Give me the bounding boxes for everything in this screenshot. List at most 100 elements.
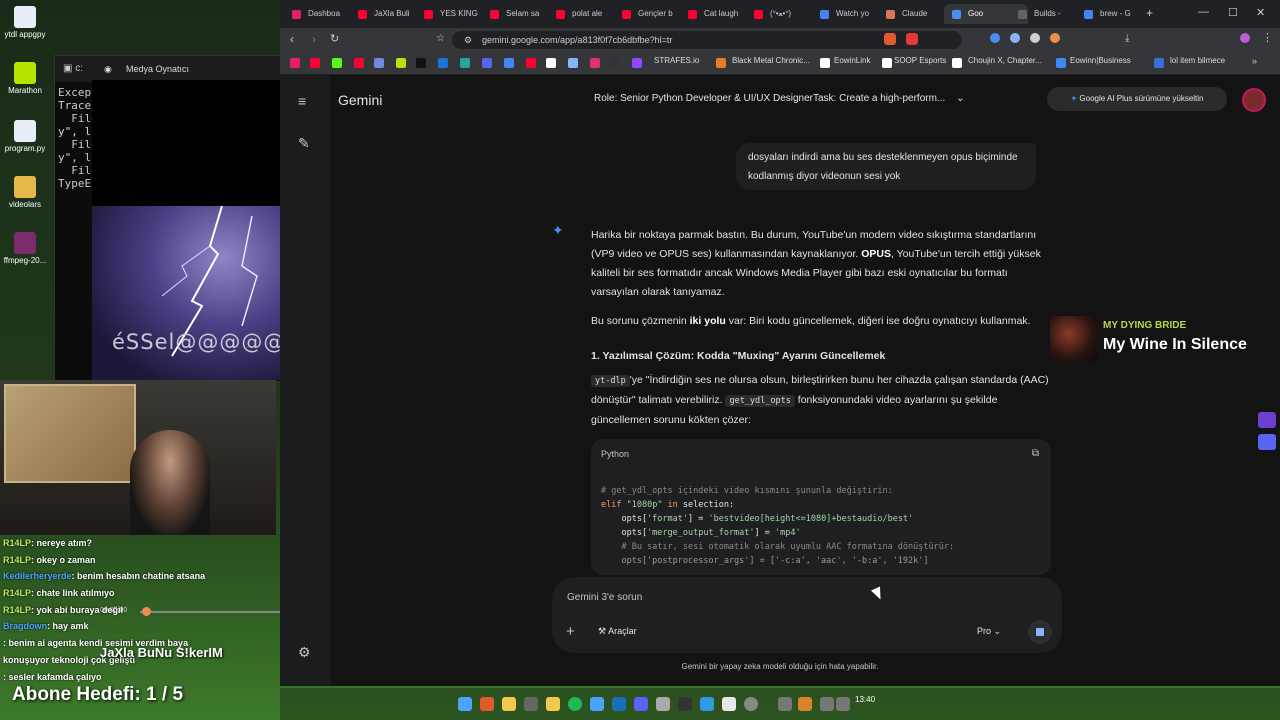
avatar[interactable] (1242, 88, 1266, 112)
stop-icon (1036, 628, 1044, 636)
discord-icon[interactable] (634, 697, 648, 711)
youtube-icon (622, 10, 631, 19)
taskbar-app-icon[interactable] (590, 697, 604, 711)
site-info-icon[interactable]: ⚙ (464, 31, 472, 49)
bookmark-item[interactable]: STRAFES.io (654, 56, 699, 65)
more-bookmarks-icon[interactable]: » (1252, 56, 1257, 66)
bookmark-favicon-icon (1154, 58, 1164, 68)
bookmark-favicon-icon (1056, 58, 1066, 68)
volume-icon[interactable] (836, 697, 850, 711)
kick-icon (332, 58, 342, 68)
chat-message: R14LP: nereye atım? (3, 538, 93, 548)
disclaimer-text: Gemini bir yapay zeka modeli olduğu için… (681, 662, 879, 671)
code-content: # get_ydl_opts içindeki video kısmını şu… (601, 486, 955, 566)
steam-icon[interactable] (612, 697, 626, 711)
prompt-input-box[interactable]: Gemini 3'e sorun + ⚒ Araçlar Pro ⌄ (552, 577, 1062, 653)
bookmark-favicon-icon (952, 58, 962, 68)
profile-icon[interactable] (1240, 33, 1250, 43)
new-chat-icon[interactable]: ✎ (298, 135, 310, 152)
instagram-icon (590, 58, 600, 68)
minimize-icon[interactable]: — (1198, 6, 1209, 18)
media-seekbar[interactable] (140, 611, 280, 613)
chat-message: Kedilerheryerde: benim hesabın chatine a… (3, 571, 206, 582)
bookmark-item[interactable]: Black Metal Chronic... (732, 56, 810, 65)
python-file-icon (14, 120, 36, 142)
desktop-icon-ytdl[interactable]: ytdl appgpy (0, 6, 50, 39)
spotify-icon[interactable] (568, 697, 582, 711)
add-attachment-button[interactable]: + (566, 623, 575, 640)
media-player-titlebar: ◉ Medya Oynatıcı (92, 58, 280, 80)
gemini-sidebar: ≡ ✎ ⚙ (280, 75, 330, 686)
upgrade-button[interactable]: ✦ Google AI Plus sürümüne yükseltin (1047, 87, 1227, 111)
hamburger-menu-icon[interactable]: ≡ (298, 93, 306, 109)
bookmark-item[interactable]: EowinLink (834, 56, 870, 65)
taskbar-app-icon[interactable] (524, 697, 538, 711)
terminal-taskbar-icon[interactable] (678, 697, 692, 711)
rewards-icon[interactable] (906, 33, 918, 45)
tools-button[interactable]: ⚒ Araçlar (598, 626, 637, 637)
download-icon[interactable]: ⤓ (1125, 33, 1129, 44)
desktop-icon-videolars[interactable]: videolars (0, 176, 50, 209)
taskbar-app-icon[interactable] (546, 697, 560, 711)
reload-icon[interactable]: ↻ (330, 32, 339, 45)
file-explorer-icon[interactable] (502, 697, 516, 711)
tab-favicon-icon (820, 10, 829, 19)
bookmark-icon[interactable]: ☆ (436, 33, 445, 44)
bookmark-item[interactable]: Choujin X, Chapter... (968, 56, 1042, 65)
chat-title-dropdown[interactable]: Role: Senior Python Developer & UI/UX De… (594, 93, 964, 104)
bookmark-favicon-icon (374, 58, 384, 68)
extension-icon[interactable] (990, 33, 1000, 43)
youtube-icon (354, 58, 364, 68)
maximize-icon[interactable]: ☐ (1228, 6, 1238, 19)
extension-icon[interactable] (1010, 33, 1020, 43)
youtube-icon (358, 10, 367, 19)
terminal-icon: ▣ c: (63, 63, 84, 74)
gemini-app: ≡ ✎ ⚙ Gemini Role: Senior Python Develop… (280, 75, 1280, 686)
desktop-icon-marathon[interactable]: Marathon (0, 62, 50, 95)
side-widget-icon[interactable] (1258, 412, 1276, 428)
taskbar-app-icon[interactable] (722, 697, 736, 711)
media-seek-handle[interactable] (142, 607, 151, 616)
media-player-taskbar-icon[interactable] (744, 697, 758, 711)
taskbar-app-icon[interactable] (656, 697, 670, 711)
back-icon[interactable]: ‹ (290, 32, 294, 46)
wall-painting (4, 384, 136, 483)
copy-icon[interactable]: ⧉ (1032, 448, 1039, 459)
brave-icon[interactable] (480, 697, 494, 711)
gemini-logo-title[interactable]: Gemini (338, 92, 382, 108)
network-icon[interactable] (820, 697, 834, 711)
brave-shield-icon[interactable] (884, 33, 896, 45)
extension-icon[interactable] (1030, 33, 1040, 43)
forward-icon[interactable]: › (312, 32, 316, 46)
bookmark-item[interactable]: lol item bilmece (1170, 56, 1225, 65)
prompt-input[interactable]: Gemini 3'e sorun (567, 592, 642, 603)
response-paragraph: yt-dlp'ye "İndirdiğin ses ne olursa olsu… (591, 374, 1049, 426)
start-icon[interactable] (458, 697, 472, 711)
youtube-icon (754, 10, 763, 19)
model-selector[interactable]: Pro ⌄ (977, 626, 1001, 637)
bookmark-item[interactable]: Eowinn|Business (1070, 56, 1131, 65)
extension-icon[interactable] (1050, 33, 1060, 43)
youtube-icon (424, 10, 433, 19)
desktop-icon-ffmpeg[interactable]: ffmpeg-20... (0, 232, 50, 265)
settings-icon[interactable]: ⚙ (298, 644, 311, 661)
taskbar-clock[interactable]: 13:40 (855, 695, 875, 704)
bookmark-item[interactable]: SOOP Esports (894, 56, 946, 65)
response-paragraph: Bu sorunu çözmenin iki yolu var: Biri ko… (591, 315, 1031, 327)
tools-icon: ⚒ (598, 626, 607, 636)
stop-generation-button[interactable] (1028, 620, 1052, 644)
system-tray-icon[interactable] (778, 697, 792, 711)
bookmark-favicon-icon (438, 58, 448, 68)
menu-icon[interactable]: ⋮ (1262, 31, 1273, 44)
chevron-down-icon: ⌄ (956, 93, 965, 104)
side-widget-icon[interactable] (1258, 434, 1276, 450)
taskbar-app-icon[interactable] (700, 697, 714, 711)
close-window-icon[interactable]: ✕ (1256, 6, 1265, 19)
desktop-icon-program[interactable]: program.py (0, 120, 50, 153)
microphone-icon[interactable] (798, 697, 812, 711)
address-toolbar: ‹ › ↻ ☆ ⚙ gemini.google.com/app/a813f0f7… (280, 28, 1280, 52)
chat-message: R14LP: okey o zaman (3, 554, 96, 565)
media-time: 00:00:00 (100, 607, 128, 614)
subscriber-goal: Abone Hedefi: 1 / 5 (12, 684, 184, 705)
new-tab-icon[interactable]: + (1146, 6, 1153, 20)
